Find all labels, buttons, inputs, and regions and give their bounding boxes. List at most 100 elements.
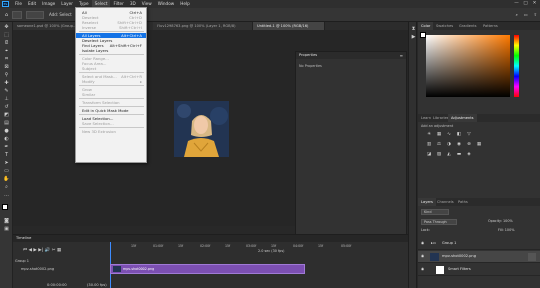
- workspace-icon[interactable]: ▭: [524, 12, 528, 17]
- menu-file[interactable]: File: [12, 0, 25, 8]
- panel-menu-icon[interactable]: ≡: [400, 53, 403, 58]
- color-lookup-icon[interactable]: ▦: [476, 142, 482, 147]
- menu-help[interactable]: Help: [177, 0, 193, 8]
- posterize-icon[interactable]: ▨: [436, 152, 442, 157]
- quick-select-tool-icon[interactable]: ⌖: [3, 48, 10, 54]
- brush-tool-icon[interactable]: ✎: [3, 88, 10, 94]
- exposure-icon[interactable]: ◧: [456, 132, 462, 137]
- tab-document-2[interactable]: I'luv1298763.png @ 100% (Layer 1, RGB/8): [153, 22, 253, 30]
- menu-item-label: Subject: [82, 66, 97, 71]
- hand-tool-icon[interactable]: ✋: [3, 176, 10, 182]
- adjustments-panel-tabs: Learn Libraries Adjustments: [418, 114, 540, 122]
- smart-object-icon: [528, 253, 536, 261]
- threshold-icon[interactable]: ◭: [446, 152, 452, 157]
- tab-document-1[interactable]: someone1.psd @ 100% (Group...: [13, 22, 81, 30]
- color-picker-field[interactable]: [426, 35, 510, 97]
- layer-row-group[interactable]: ◉ ▸▭ Group 1: [418, 238, 540, 250]
- marquee-tool-icon[interactable]: ⬚: [3, 32, 10, 38]
- tab-swatches[interactable]: Swatches: [433, 22, 456, 30]
- black-white-icon[interactable]: ◑: [446, 142, 452, 147]
- search-icon[interactable]: ⌕: [516, 12, 518, 17]
- hue-slider[interactable]: [514, 35, 519, 97]
- vibrance-icon[interactable]: ▽: [466, 132, 472, 137]
- menu-image[interactable]: Image: [39, 0, 58, 8]
- photoshop-logo-icon: Ps: [2, 1, 9, 7]
- eraser-tool-icon[interactable]: ◩: [3, 112, 10, 118]
- clone-stamp-tool-icon[interactable]: ⊥: [3, 96, 10, 102]
- type-tool-icon[interactable]: T: [3, 152, 10, 158]
- tab-channels[interactable]: Channels: [434, 198, 457, 206]
- tab-gradients[interactable]: Gradients: [456, 22, 480, 30]
- blur-tool-icon[interactable]: ●: [3, 128, 10, 134]
- menu-edit[interactable]: Edit: [25, 0, 39, 8]
- opacity-field[interactable]: Opacity: 100%: [488, 219, 513, 223]
- marquee-preset[interactable]: [12, 10, 22, 19]
- tab-document-3[interactable]: Untitled-1 @ 100% (RGB/16): [253, 22, 325, 30]
- tab-color[interactable]: Color: [418, 22, 434, 30]
- layer-row-filter[interactable]: ◉ Smart Filters: [418, 264, 540, 276]
- foreground-color-swatch[interactable]: [2, 204, 8, 210]
- menu-window[interactable]: Window: [155, 0, 178, 8]
- photo-filter-icon[interactable]: ◉: [456, 142, 462, 147]
- rectangle-tool-icon[interactable]: ▭: [3, 168, 10, 174]
- selective-color-icon[interactable]: ◈: [466, 152, 472, 157]
- properties-title[interactable]: Properties: [296, 52, 406, 59]
- layer-name: Group 1: [442, 241, 457, 245]
- healing-brush-tool-icon[interactable]: ✚: [3, 80, 10, 86]
- levels-icon[interactable]: ▦: [436, 132, 442, 137]
- history-brush-tool-icon[interactable]: ↺: [3, 104, 10, 110]
- layer-thumbnail: [430, 253, 439, 261]
- zoom-tool-icon[interactable]: ⌕: [3, 184, 10, 190]
- add-select-label[interactable]: Add: Select: [49, 12, 72, 17]
- pen-tool-icon[interactable]: ✒: [3, 144, 10, 150]
- fill-field[interactable]: Fill: 100%: [498, 228, 514, 232]
- move-tool-icon[interactable]: ✥: [3, 24, 10, 30]
- play-controls[interactable]: ⏮ ◀ ▶ ▶| 🔊 ✂ ▦: [23, 247, 61, 253]
- share-icon[interactable]: ⇪: [534, 12, 537, 17]
- gradient-map-icon[interactable]: ▬: [456, 152, 462, 157]
- hue-saturation-icon[interactable]: ▥: [426, 142, 432, 147]
- layer-row-image[interactable]: ◉ mpv-shot0002.png: [418, 251, 540, 263]
- curves-icon[interactable]: ∿: [446, 132, 452, 137]
- history-panel-icon[interactable]: ⧗: [410, 26, 417, 32]
- menu-item-label: Similar: [82, 92, 96, 97]
- tab-paths[interactable]: Paths: [455, 198, 471, 206]
- portrait-image: [174, 101, 229, 157]
- timeline-clip[interactable]: mpv-shot0002.png: [110, 264, 305, 274]
- selection-mode-buttons[interactable]: [26, 10, 44, 19]
- panel-dock: ⧗ ▶: [408, 22, 417, 288]
- tab-patterns[interactable]: Patterns: [480, 22, 501, 30]
- close-icon[interactable]: ✕: [530, 0, 539, 8]
- channel-mixer-icon[interactable]: ⊕: [466, 142, 472, 147]
- visibility-eye-icon[interactable]: ◉: [421, 241, 424, 245]
- gradient-tool-icon[interactable]: ▤: [3, 120, 10, 126]
- quick-mask-icon[interactable]: ◙: [3, 218, 10, 224]
- actions-panel-icon[interactable]: ▶: [410, 34, 417, 40]
- screen-mode-icon[interactable]: ▣: [3, 226, 10, 232]
- brightness-icon[interactable]: ☀: [426, 132, 432, 137]
- dodge-tool-icon[interactable]: ◐: [3, 136, 10, 142]
- timeline-title[interactable]: Timeline: [13, 235, 408, 242]
- lasso-tool-icon[interactable]: ᘓ: [3, 40, 10, 46]
- blend-mode-select[interactable]: Pass Through: [421, 219, 457, 225]
- frame-tool-icon[interactable]: ⊠: [3, 64, 10, 70]
- more-tools-icon[interactable]: …: [3, 192, 10, 198]
- menu-item-edit-in-quick-mask-mode[interactable]: Edit in Quick Mask Mode: [76, 108, 146, 113]
- color-balance-icon[interactable]: ⚖: [436, 142, 442, 147]
- crop-tool-icon[interactable]: ⌗: [3, 56, 10, 62]
- visibility-eye-icon[interactable]: ◉: [421, 267, 424, 271]
- tab-adjustments[interactable]: Adjustments: [448, 114, 477, 122]
- path-selection-tool-icon[interactable]: ➤: [3, 160, 10, 166]
- visibility-eye-icon[interactable]: ◉: [421, 254, 424, 258]
- document-image[interactable]: [174, 101, 229, 157]
- minimize-icon[interactable]: —: [512, 0, 521, 8]
- layer-filter-select[interactable]: Kind: [421, 209, 449, 215]
- eyedropper-tool-icon[interactable]: ⚲: [3, 72, 10, 78]
- timeline-status: 2.0 sec (30 fps): [258, 249, 285, 253]
- menu-item-label: Modify: [82, 79, 95, 84]
- maximize-icon[interactable]: □: [521, 0, 530, 8]
- invert-icon[interactable]: ◪: [426, 152, 432, 157]
- menu-item-isolate-layers[interactable]: Isolate Layers: [76, 48, 146, 53]
- home-icon[interactable]: ⌂: [3, 12, 10, 18]
- menu-layer[interactable]: Layer: [58, 0, 76, 8]
